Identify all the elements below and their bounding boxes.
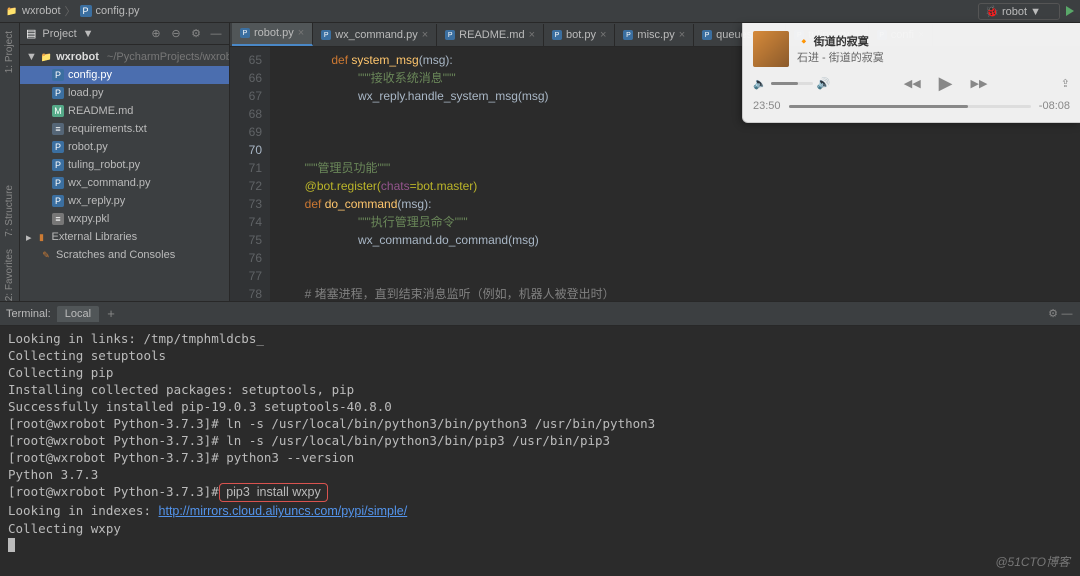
tree-file-requirements-txt[interactable]: ≡requirements.txt [20,120,229,138]
tree-external-libs[interactable]: ▸▮External Libraries [20,228,229,246]
close-icon[interactable]: × [422,29,428,41]
close-icon[interactable]: × [600,29,606,41]
collapse-icon[interactable]: ⊕ [149,27,163,41]
tree-file-README-md[interactable]: MREADME.md [20,102,229,120]
code-area[interactable]: def system_msg(msg): """接收系统消息""" wx_rep… [270,47,639,301]
index-url-link[interactable]: http://mirrors.cloud.aliyuncs.com/pypi/s… [159,504,408,518]
project-sidebar: ▤ Project ▼ ⊕ ⊖ ⚙ — ▼📁 wxrobot ~/Pycharm… [20,23,230,301]
close-icon[interactable]: × [298,27,304,39]
share-icon[interactable]: ⇪ [1061,77,1070,90]
folder-icon: 📁 [6,5,18,17]
play-button[interactable]: ▶ [939,73,953,94]
terminal-tab-local[interactable]: Local [57,306,99,322]
tree-file-load-py[interactable]: Pload.py [20,84,229,102]
new-terminal-button[interactable]: + [103,306,119,321]
editor-tab-bot-py[interactable]: Pbot.py × [544,24,615,46]
breadcrumb: 📁 wxrobot 〉 P config.py [6,3,140,19]
project-title[interactable]: Project [42,28,76,40]
breadcrumb-root[interactable]: wxrobot [22,5,61,17]
terminal-label: Terminal: [6,308,51,320]
album-art [753,31,789,67]
volume-control[interactable]: 🔈🔊 [753,77,830,90]
breadcrumb-file[interactable]: config.py [96,5,140,17]
line-gutter: 656667686970717273747576777879 [230,47,270,301]
progress-bar[interactable] [789,105,1031,108]
hide-icon[interactable]: — [209,27,223,41]
tree-file-config-py[interactable]: Pconfig.py [20,66,229,84]
next-button[interactable]: ▶▶ [971,77,988,90]
editor-tab-robot-py[interactable]: Probot.py × [232,23,313,46]
tree-file-wx_reply-py[interactable]: Pwx_reply.py [20,192,229,210]
tab-structure[interactable]: 7: Structure [4,185,15,237]
tool-window-bar: 1: Project 7: Structure 2: Favorites [0,23,20,301]
locate-icon[interactable]: ⊖ [169,27,183,41]
terminal-panel: Terminal: Local + ⚙ — Looking in links: … [0,301,1080,576]
terminal-output[interactable]: Looking in links: /tmp/tmphmldcbs_ Colle… [0,326,1080,576]
top-toolbar: 📁 wxrobot 〉 P config.py 🐞 robot ▼ [0,0,1080,23]
editor-tab-wx_command-py[interactable]: Pwx_command.py × [313,24,437,46]
watermark: @51CTO博客 [995,553,1070,570]
tree-file-robot-py[interactable]: Probot.py [20,138,229,156]
track-title: 街道的寂寞 [814,36,869,48]
time-remaining: -08:08 [1039,100,1070,112]
tree-file-wx_command-py[interactable]: Pwx_command.py [20,174,229,192]
editor-tab-README-md[interactable]: PREADME.md × [437,24,544,46]
time-elapsed: 23:50 [753,100,781,112]
run-button[interactable] [1066,6,1074,16]
project-tool-header: ▤ Project ▼ ⊕ ⊖ ⚙ — [20,23,229,45]
prev-button[interactable]: ◀◀ [904,77,921,90]
tree-scratches[interactable]: ✎Scratches and Consoles [20,246,229,264]
media-overlay: 🔸 街道的寂寞 石进 - 街道的寂寞 🔈🔊 ◀◀ ▶ ▶▶ ⇪ 23:50 [742,23,1080,123]
tree-root[interactable]: ▼📁 wxrobot ~/PycharmProjects/wxrobot [20,48,229,66]
python-icon: P [80,5,92,17]
project-tree: ▼📁 wxrobot ~/PycharmProjects/wxrobot Pco… [20,45,229,267]
terminal-hide-icon[interactable]: — [1060,307,1074,321]
editor-tab-misc-py[interactable]: Pmisc.py × [615,24,694,46]
terminal-gear-icon[interactable]: ⚙ [1046,307,1060,321]
tab-project[interactable]: 1: Project [4,31,15,73]
gear-icon[interactable]: ⚙ [189,27,203,41]
track-subtitle: 石进 - 街道的寂寞 [797,49,884,65]
tree-file-tuling_robot-py[interactable]: Ptuling_robot.py [20,156,229,174]
editor-pane: Probot.py ×Pwx_command.py ×PREADME.md ×P… [230,23,1080,301]
tab-favorites[interactable]: 2: Favorites [4,249,15,301]
close-icon[interactable]: × [529,29,535,41]
tree-file-wxpy-pkl[interactable]: ≡wxpy.pkl [20,210,229,228]
run-config-select[interactable]: 🐞 robot ▼ [978,3,1060,20]
close-icon[interactable]: × [679,29,685,41]
